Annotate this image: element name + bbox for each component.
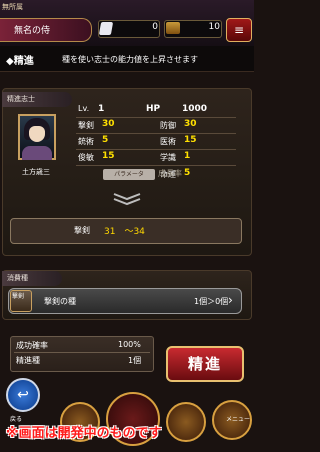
chevron-right-icon[interactable]: › bbox=[228, 291, 240, 309]
back-button[interactable]: ↩ bbox=[6, 378, 40, 412]
currency-gem-value: 0 bbox=[152, 22, 158, 32]
seed-icon-label: 撃剣 bbox=[12, 293, 25, 300]
stat-value: 15 bbox=[102, 151, 115, 161]
gem-icon bbox=[98, 22, 114, 35]
seed-count-label: 精進種 bbox=[16, 356, 40, 365]
consume-panel-tab: 消費種 bbox=[2, 271, 62, 286]
result-stat-label: 撃剣 bbox=[74, 226, 90, 235]
enhance-button[interactable]: 精進 bbox=[166, 346, 244, 382]
seed-count-value: 1個 bbox=[128, 356, 142, 365]
ticket-icon bbox=[166, 22, 180, 34]
seed-item-count: 1個＞0個 bbox=[194, 297, 229, 306]
stat-value: 5 bbox=[184, 168, 191, 178]
portrait-body bbox=[22, 146, 52, 160]
stat-divider bbox=[76, 133, 236, 134]
character-name: 土方歳三 bbox=[22, 168, 50, 176]
stat-divider bbox=[76, 117, 236, 118]
stat-label: 撃剣 bbox=[78, 121, 94, 130]
chevron-down-icon bbox=[113, 193, 141, 206]
result-stat-range: 31 ～34 bbox=[104, 227, 145, 237]
success-rate-label: 成功確率 bbox=[16, 341, 48, 350]
stat-label: HP bbox=[146, 104, 161, 114]
stat-value: 1 bbox=[184, 151, 191, 161]
stat-value: 15 bbox=[184, 135, 197, 145]
stat-value: 1 bbox=[98, 104, 105, 114]
success-rate-value: 100% bbox=[118, 340, 141, 349]
stat-label: 俊敏 bbox=[78, 153, 94, 162]
page-description: 種を使い志士の能力値を上昇させます bbox=[62, 55, 198, 64]
tab-growth-rate[interactable]: 成長率 bbox=[158, 168, 182, 179]
player-name: 無名の侍 bbox=[14, 26, 51, 36]
currency-ticket-value: 10 bbox=[208, 22, 220, 32]
page-title: ◆精進 bbox=[6, 56, 34, 67]
stat-value: 1000 bbox=[182, 104, 208, 114]
stat-divider bbox=[76, 165, 236, 166]
tab-parameters[interactable]: パラメータ bbox=[103, 169, 155, 180]
stat-value: 30 bbox=[184, 119, 197, 129]
menu-button[interactable]: ≡ bbox=[226, 18, 252, 42]
stat-value: 30 bbox=[102, 119, 115, 129]
player-rank: 無所属 bbox=[2, 3, 23, 11]
stat-label: 銃術 bbox=[78, 137, 94, 146]
stat-label: 学識 bbox=[160, 153, 176, 162]
stat-label: 防御 bbox=[160, 121, 176, 130]
portrait-face bbox=[29, 126, 45, 142]
enhance-panel-tab: 精進志士 bbox=[2, 92, 72, 107]
dev-notice: ※画面は開発中のものです bbox=[6, 426, 162, 441]
stat-label: Lv. bbox=[78, 104, 90, 113]
seed-item-name: 撃剣の種 bbox=[44, 297, 76, 306]
stat-value: 5 bbox=[102, 135, 109, 145]
stat-label: 医術 bbox=[160, 137, 176, 146]
summary-divider bbox=[14, 352, 150, 353]
stat-divider bbox=[76, 149, 236, 150]
